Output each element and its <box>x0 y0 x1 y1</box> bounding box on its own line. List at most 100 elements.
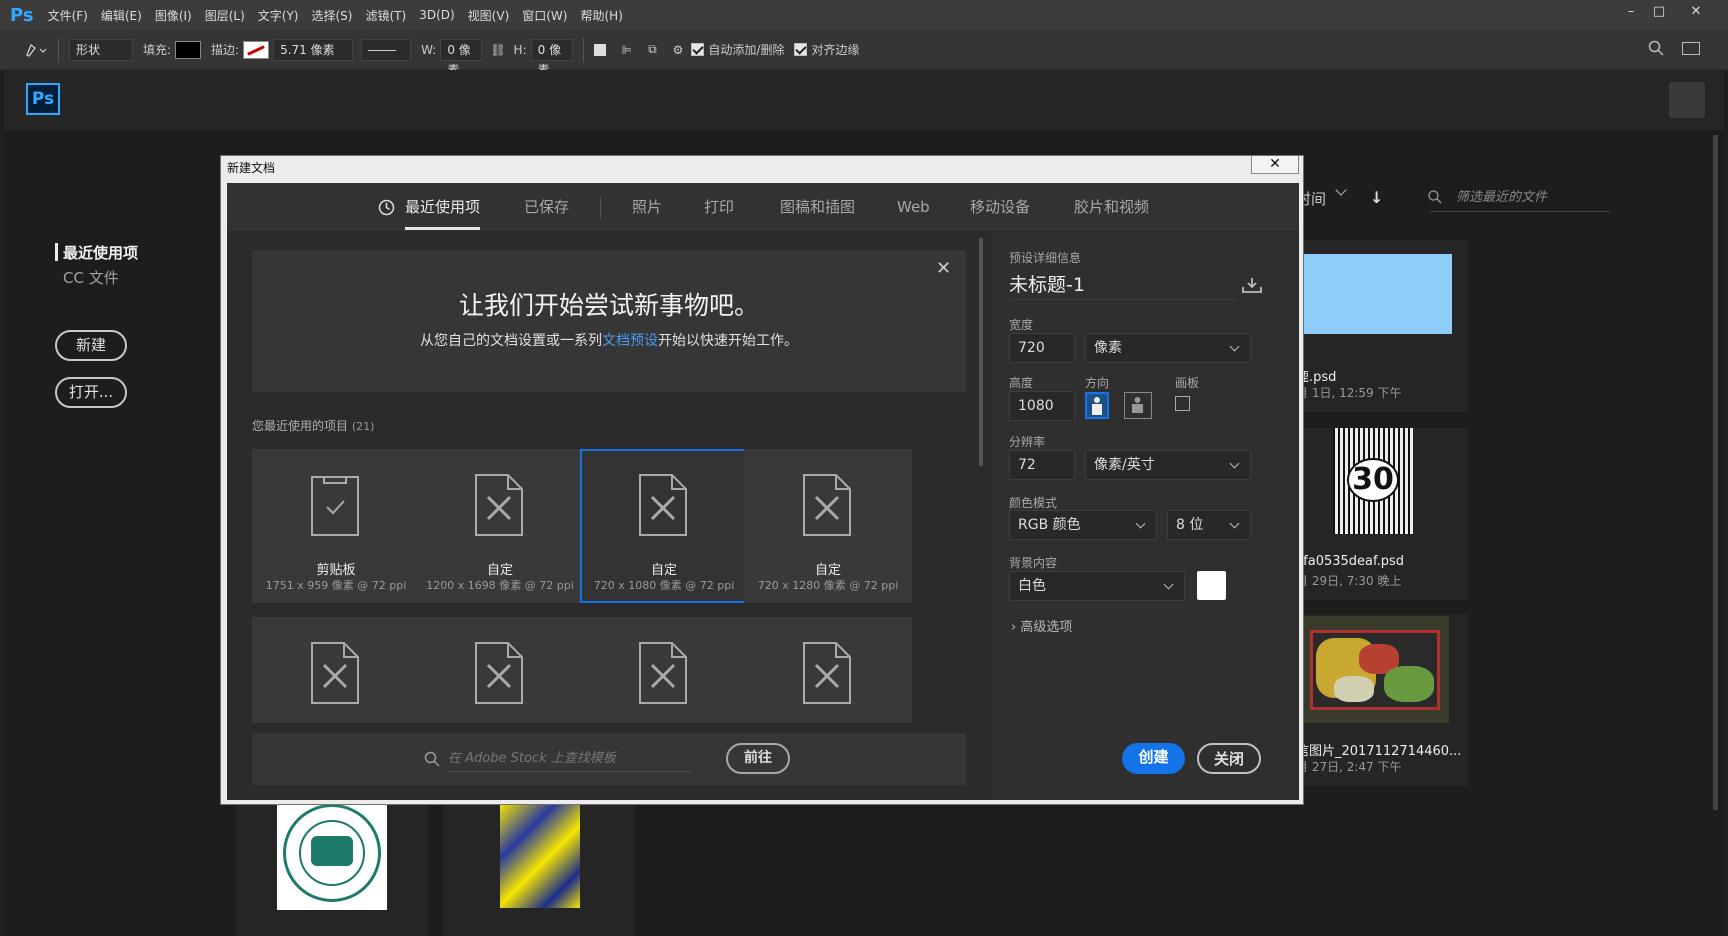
tab-saved[interactable]: 已保存 <box>524 183 569 232</box>
path-alignment-icon[interactable]: ⊫ <box>622 43 632 57</box>
bit-depth-select[interactable]: 8 位 <box>1167 510 1251 540</box>
stroke-type-select[interactable] <box>361 38 412 61</box>
recent-items-label: 您最近使用的项目 (21) <box>252 417 374 434</box>
stroke-size-field[interactable]: 5.71 像素 <box>273 38 354 61</box>
search-icon[interactable] <box>1648 40 1664 59</box>
preset-card[interactable] <box>416 617 584 723</box>
align-edges-checkbox[interactable] <box>794 43 808 56</box>
resolution-input[interactable]: 72 <box>1009 450 1075 480</box>
create-button[interactable]: 创建 <box>1122 743 1185 774</box>
preset-name: 剪贴板 <box>316 563 356 578</box>
sidebar-item-recent[interactable]: 最近使用项 <box>63 242 138 263</box>
resolution-label: 分辨率 <box>1009 435 1046 449</box>
banner-close-icon[interactable]: ✕ <box>936 258 951 279</box>
open-button[interactable]: 打开... <box>55 377 127 408</box>
sort-direction-icon[interactable]: ↓ <box>1370 188 1383 207</box>
preset-card[interactable] <box>252 617 420 723</box>
advanced-options-toggle[interactable]: › 高级选项 <box>1011 616 1072 635</box>
menu-select[interactable]: 选择(S) <box>312 7 353 24</box>
unit-select[interactable]: 像素 <box>1085 333 1251 363</box>
chevron-right-icon: › <box>1011 620 1017 635</box>
height-field[interactable]: 0 像素 <box>530 38 573 77</box>
preset-card[interactable] <box>744 617 912 723</box>
fill-swatch[interactable] <box>175 40 202 59</box>
path-operations-icon[interactable] <box>593 43 606 56</box>
home-header: Ps <box>4 70 1724 130</box>
sidebar-item-cc-files[interactable]: CC 文件 <box>63 267 119 288</box>
welcome-banner: 让我们开始尝试新事物吧。 从您自己的文档设置或一系列文档预设开始以快速开始工作。… <box>252 250 966 392</box>
custom-doc-icon <box>639 642 687 704</box>
preset-details-header: 预设详细信息 <box>1009 251 1082 265</box>
menu-view[interactable]: 视图(V) <box>468 7 510 24</box>
welcome-sub-after: 开始以快速开始工作。 <box>658 333 798 349</box>
workspace-icon[interactable] <box>1682 42 1700 55</box>
menu-3d[interactable]: 3D(D) <box>419 8 454 22</box>
custom-doc-icon <box>803 642 851 704</box>
resolution-unit-select[interactable]: 像素/英寸 <box>1085 450 1251 480</box>
recent-file-name: cfa0535deaf.psd <box>1296 554 1405 569</box>
preset-info: 1200 x 1698 像素 @ 72 ppi <box>426 579 574 592</box>
tab-web[interactable]: Web <box>897 183 930 232</box>
menu-window[interactable]: 窗口(W) <box>522 7 567 24</box>
close-button[interactable]: 关闭 <box>1197 743 1261 774</box>
save-preset-icon[interactable] <box>1241 276 1263 298</box>
maximize-button[interactable]: □ <box>1645 2 1673 22</box>
presets-scrollbar[interactable] <box>979 238 983 466</box>
landscape-orientation-button[interactable] <box>1124 392 1152 419</box>
new-button[interactable]: 新建 <box>55 330 127 361</box>
document-name-input[interactable]: 未标题-1 <box>1009 270 1237 300</box>
menu-edit[interactable]: 编辑(E) <box>101 7 142 24</box>
tab-film-video[interactable]: 胶片和视频 <box>1074 183 1149 232</box>
menu-filter[interactable]: 滤镜(T) <box>365 7 406 24</box>
home-scrollbar[interactable] <box>1713 135 1718 810</box>
color-mode-select[interactable]: RGB 颜色 <box>1009 510 1157 540</box>
preset-card-selected[interactable]: 自定 720 x 1080 像素 @ 72 ppi <box>580 449 748 603</box>
home-ps-logo: Ps <box>26 83 60 115</box>
menu-file[interactable]: 文件(F) <box>48 7 88 24</box>
background-select[interactable]: 白色 <box>1009 571 1185 601</box>
gear-icon[interactable]: ⚙ <box>673 43 684 57</box>
portrait-orientation-button[interactable] <box>1085 392 1109 419</box>
stroke-label: 描边: <box>211 43 240 57</box>
height-input[interactable]: 1080 <box>1009 391 1075 421</box>
menu-image[interactable]: 图像(I) <box>155 7 192 24</box>
menu-layer[interactable]: 图层(L) <box>205 7 245 24</box>
avatar[interactable] <box>1669 82 1705 118</box>
width-input[interactable]: 720 <box>1009 333 1075 363</box>
preset-card[interactable] <box>580 617 748 723</box>
welcome-heading: 让我们开始尝试新事物吧。 <box>458 291 759 320</box>
preset-card[interactable]: 剪贴板 1751 x 959 像素 @ 72 ppi <box>252 449 420 603</box>
tab-recent[interactable]: 最近使用项 <box>405 183 481 232</box>
filter-recent-input[interactable]: 筛选最近的文件 <box>1430 186 1610 212</box>
recent-items-count: (21) <box>351 420 375 433</box>
link-icon[interactable]: ⛓ <box>490 43 505 57</box>
pen-tool-icon[interactable] <box>24 42 48 58</box>
preset-card[interactable]: 自定 720 x 1280 像素 @ 72 ppi <box>744 449 912 603</box>
path-arrangement-icon[interactable]: ⧉ <box>648 42 657 57</box>
recent-file-date: 月 27日, 2:47 下午 <box>1296 760 1402 774</box>
app-logo: Ps <box>10 4 34 26</box>
artboard-checkbox[interactable] <box>1175 396 1190 411</box>
window-close-button[interactable]: ✕ <box>1682 2 1710 22</box>
background-color-swatch[interactable] <box>1197 571 1226 600</box>
auto-add-label: 自动添加/删除 <box>708 43 785 57</box>
tab-art-illustration[interactable]: 图稿和插图 <box>780 183 855 232</box>
mode-select[interactable]: 形状 <box>69 38 133 61</box>
menu-help[interactable]: 帮助(H) <box>580 7 622 24</box>
tab-print[interactable]: 打印 <box>704 183 734 232</box>
custom-doc-icon <box>639 474 687 536</box>
menu-type[interactable]: 文字(Y) <box>258 7 299 24</box>
preset-card[interactable]: 自定 1200 x 1698 像素 @ 72 ppi <box>416 449 584 603</box>
preset-info: 720 x 1280 像素 @ 72 ppi <box>757 579 899 592</box>
auto-add-checkbox[interactable] <box>691 43 705 56</box>
tab-mobile[interactable]: 移动设备 <box>970 183 1030 232</box>
stock-go-button[interactable]: 前往 <box>726 743 790 774</box>
stroke-swatch[interactable] <box>243 40 270 59</box>
presets-link[interactable]: 文档预设 <box>602 333 658 349</box>
dialog-close-button[interactable]: ✕ <box>1251 156 1299 174</box>
stock-search-input[interactable]: 在 Adobe Stock 上查找模板 <box>448 746 692 772</box>
tab-photo[interactable]: 照片 <box>632 183 662 232</box>
minimize-button[interactable]: – <box>1617 2 1645 22</box>
welcome-subtext: 从您自己的文档设置或一系列文档预设开始以快速开始工作。 <box>252 330 966 350</box>
width-field[interactable]: 0 像素 <box>440 38 483 77</box>
